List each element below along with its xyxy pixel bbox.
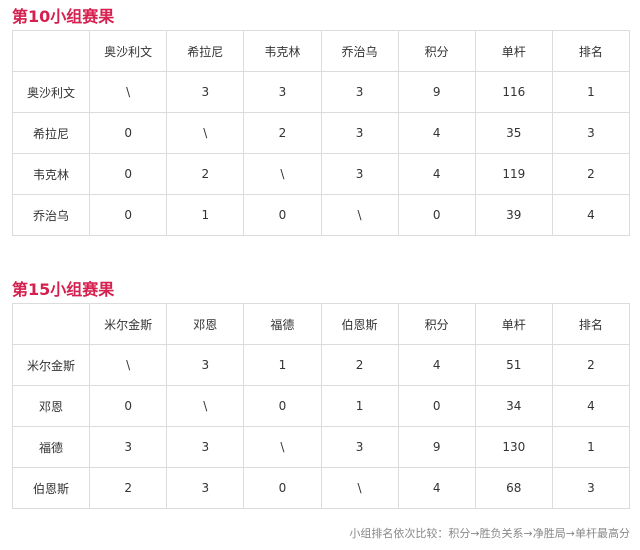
header-cell bbox=[11, 30, 91, 72]
header-cell: 邓恩 bbox=[166, 303, 245, 345]
rank-cell: 1 bbox=[551, 426, 631, 468]
player-name-cell: 邓恩 bbox=[11, 385, 91, 427]
group-15-results-table: 米尔金斯 邓恩 福德 伯恩斯 积分 单杆 排名 米尔金斯 \ 3 1 2 4 5… bbox=[11, 303, 631, 509]
group-10-title: 第10小组赛果 bbox=[12, 7, 115, 26]
table-cell: \ bbox=[166, 112, 245, 154]
table-cell: 2 bbox=[166, 153, 245, 195]
table-row: 米尔金斯 \ 3 1 2 4 51 2 bbox=[11, 344, 631, 386]
table-cell: 2 bbox=[320, 344, 399, 386]
table-cell: 0 bbox=[243, 385, 322, 427]
header-cell: 奥沙利文 bbox=[89, 30, 168, 72]
header-cell: 米尔金斯 bbox=[89, 303, 168, 345]
points-cell: 4 bbox=[397, 153, 476, 195]
table-cell: \ bbox=[243, 153, 322, 195]
table-cell: 3 bbox=[320, 153, 399, 195]
rank-cell: 3 bbox=[551, 467, 631, 509]
points-cell: 4 bbox=[397, 344, 476, 386]
player-name-cell: 奥沙利文 bbox=[11, 71, 91, 113]
table-cell: 3 bbox=[166, 344, 245, 386]
table-cell: \ bbox=[89, 71, 168, 113]
player-name-cell: 乔治乌 bbox=[11, 194, 91, 236]
header-cell: 单杆 bbox=[474, 30, 553, 72]
header-cell: 韦克林 bbox=[243, 30, 322, 72]
header-cell: 福德 bbox=[243, 303, 322, 345]
group-15-title: 第15小组赛果 bbox=[12, 280, 115, 299]
table-cell: 0 bbox=[89, 153, 168, 195]
points-cell: 0 bbox=[397, 385, 476, 427]
table-row: 邓恩 0 \ 0 1 0 34 4 bbox=[11, 385, 631, 427]
table-cell: 3 bbox=[89, 426, 168, 468]
table-cell: 1 bbox=[243, 344, 322, 386]
table-cell: \ bbox=[320, 194, 399, 236]
player-name-cell: 韦克林 bbox=[11, 153, 91, 195]
points-cell: 4 bbox=[397, 112, 476, 154]
table-row: 奥沙利文 \ 3 3 3 9 116 1 bbox=[11, 71, 631, 113]
table-header-row: 奥沙利文 希拉尼 韦克林 乔治乌 积分 单杆 排名 bbox=[11, 30, 631, 72]
header-cell bbox=[11, 303, 91, 345]
table-cell: 0 bbox=[89, 112, 168, 154]
header-cell: 乔治乌 bbox=[320, 30, 399, 72]
player-name-cell: 希拉尼 bbox=[11, 112, 91, 154]
table-row: 希拉尼 0 \ 2 3 4 35 3 bbox=[11, 112, 631, 154]
table-cell: 3 bbox=[320, 112, 399, 154]
rank-cell: 4 bbox=[551, 194, 631, 236]
table-cell: 3 bbox=[166, 426, 245, 468]
break-cell: 116 bbox=[474, 71, 553, 113]
ranking-rule-footnote: 小组排名依次比较：积分→胜负关系→净胜局→单杆最高分 bbox=[349, 527, 630, 540]
break-cell: 34 bbox=[474, 385, 553, 427]
table-cell: 3 bbox=[243, 71, 322, 113]
break-cell: 119 bbox=[474, 153, 553, 195]
table-cell: 3 bbox=[320, 426, 399, 468]
table-cell: 2 bbox=[89, 467, 168, 509]
table-row: 乔治乌 0 1 0 \ 0 39 4 bbox=[11, 194, 631, 236]
points-cell: 0 bbox=[397, 194, 476, 236]
table-row: 伯恩斯 2 3 0 \ 4 68 3 bbox=[11, 467, 631, 509]
table-cell: 0 bbox=[243, 194, 322, 236]
points-cell: 4 bbox=[397, 467, 476, 509]
header-cell: 积分 bbox=[397, 30, 476, 72]
table-cell: 0 bbox=[89, 385, 168, 427]
header-cell: 单杆 bbox=[474, 303, 553, 345]
player-name-cell: 米尔金斯 bbox=[11, 344, 91, 386]
break-cell: 51 bbox=[474, 344, 553, 386]
table-cell: 3 bbox=[166, 467, 245, 509]
player-name-cell: 伯恩斯 bbox=[11, 467, 91, 509]
rank-cell: 1 bbox=[551, 71, 631, 113]
break-cell: 130 bbox=[474, 426, 553, 468]
header-cell: 希拉尼 bbox=[166, 30, 245, 72]
table-cell: 1 bbox=[320, 385, 399, 427]
table-cell: 3 bbox=[320, 71, 399, 113]
table-cell: 1 bbox=[166, 194, 245, 236]
header-cell: 排名 bbox=[551, 30, 631, 72]
header-cell: 积分 bbox=[397, 303, 476, 345]
table-cell: \ bbox=[166, 385, 245, 427]
table-cell: \ bbox=[243, 426, 322, 468]
group-10-results-table: 奥沙利文 希拉尼 韦克林 乔治乌 积分 单杆 排名 奥沙利文 \ 3 3 3 9… bbox=[11, 30, 631, 236]
table-header-row: 米尔金斯 邓恩 福德 伯恩斯 积分 单杆 排名 bbox=[11, 303, 631, 345]
table-cell: 3 bbox=[166, 71, 245, 113]
rank-cell: 2 bbox=[551, 344, 631, 386]
break-cell: 39 bbox=[474, 194, 553, 236]
table-cell: \ bbox=[89, 344, 168, 386]
points-cell: 9 bbox=[397, 71, 476, 113]
rank-cell: 2 bbox=[551, 153, 631, 195]
break-cell: 68 bbox=[474, 467, 553, 509]
header-cell: 排名 bbox=[551, 303, 631, 345]
break-cell: 35 bbox=[474, 112, 553, 154]
table-cell: \ bbox=[320, 467, 399, 509]
table-cell: 2 bbox=[243, 112, 322, 154]
table-row: 韦克林 0 2 \ 3 4 119 2 bbox=[11, 153, 631, 195]
points-cell: 9 bbox=[397, 426, 476, 468]
table-cell: 0 bbox=[243, 467, 322, 509]
player-name-cell: 福德 bbox=[11, 426, 91, 468]
table-cell: 0 bbox=[89, 194, 168, 236]
header-cell: 伯恩斯 bbox=[320, 303, 399, 345]
rank-cell: 3 bbox=[551, 112, 631, 154]
table-row: 福德 3 3 \ 3 9 130 1 bbox=[11, 426, 631, 468]
rank-cell: 4 bbox=[551, 385, 631, 427]
